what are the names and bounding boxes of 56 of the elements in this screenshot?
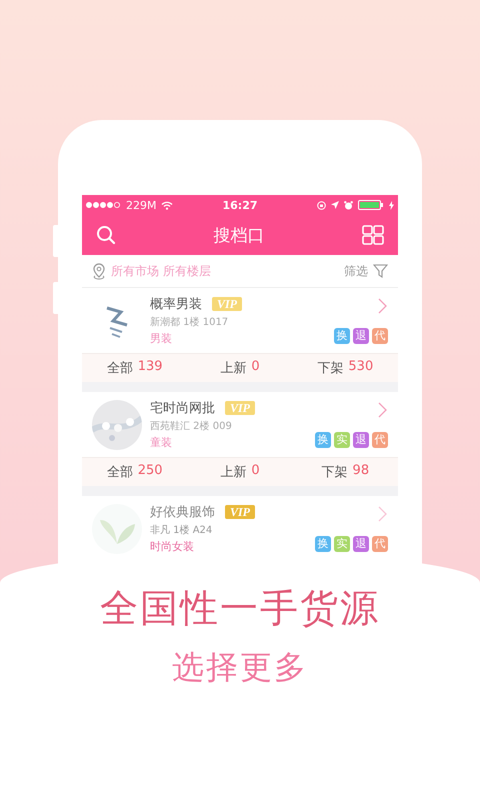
vip-badge: VIP — [225, 401, 256, 415]
stat-label: 上新 — [220, 360, 246, 377]
stat-label: 下架 — [322, 464, 348, 481]
chevron-right-icon — [378, 506, 388, 522]
headline: 全国性一手货源 — [100, 585, 380, 632]
rotation-lock-icon — [316, 200, 326, 210]
clock-time: 16:27 — [222, 198, 258, 212]
wifi-icon — [160, 200, 172, 210]
stat-value: 98 — [352, 463, 370, 480]
stat-label: 全部 — [106, 360, 133, 377]
shop-address: 西苑鞋汇 2楼 009 — [150, 420, 233, 433]
service-tag: 换 — [334, 328, 350, 344]
stat-value: 530 — [348, 359, 374, 376]
stat-value: 0 — [251, 359, 260, 376]
service-tag: 换 — [315, 432, 331, 448]
nav-title: 搜档口 — [214, 224, 264, 246]
grid-icon[interactable] — [362, 225, 384, 245]
service-tag: 退 — [353, 536, 369, 552]
shop-name: 好依典服饰 — [150, 504, 215, 521]
service-tag: 代 — [372, 432, 388, 448]
shop-category: 男装 — [150, 331, 173, 346]
vip-badge: VIP — [225, 505, 256, 519]
shop-category: 时尚女装 — [150, 539, 195, 554]
filter-label[interactable]: 筛选 — [344, 262, 368, 280]
battery-icon — [358, 200, 384, 210]
chevron-right-icon — [378, 298, 388, 314]
location-pin-icon — [92, 262, 106, 280]
service-tag: 换 — [315, 536, 331, 552]
service-tag: 代 — [372, 536, 388, 552]
stat-value: 0 — [251, 463, 260, 480]
market-filter-link[interactable]: 所有市场 所有楼层 — [111, 262, 339, 280]
shop-address: 非凡 1楼 A24 — [150, 524, 214, 537]
location-icon — [330, 201, 339, 209]
service-tag: 实 — [334, 432, 350, 448]
chevron-right-icon — [378, 402, 388, 418]
stat-label: 下架 — [317, 360, 344, 377]
service-tag: 退 — [353, 432, 369, 448]
stat-value: 250 — [138, 463, 163, 480]
filter-icon[interactable] — [373, 264, 388, 278]
shop-name: 概率男装 — [150, 296, 202, 313]
service-tag: 代 — [372, 328, 388, 344]
alarm-icon — [344, 200, 353, 210]
service-tag: 实 — [334, 536, 350, 552]
shop-address: 新潮都 1楼 1017 — [150, 316, 230, 329]
subheadline: 选择更多 — [172, 647, 308, 688]
service-tag: 退 — [353, 328, 369, 344]
vip-badge: VIP — [212, 297, 242, 311]
stat-value: 139 — [138, 359, 163, 376]
signal-icon — [86, 202, 122, 208]
shop-name: 宅时尚网批 — [150, 400, 215, 417]
shop-category: 童装 — [150, 435, 173, 450]
stat-label: 上新 — [220, 464, 246, 481]
search-icon[interactable] — [96, 225, 116, 245]
charging-icon — [388, 200, 394, 210]
stat-label: 全部 — [106, 464, 133, 481]
carrier-text: 229M — [126, 198, 156, 212]
